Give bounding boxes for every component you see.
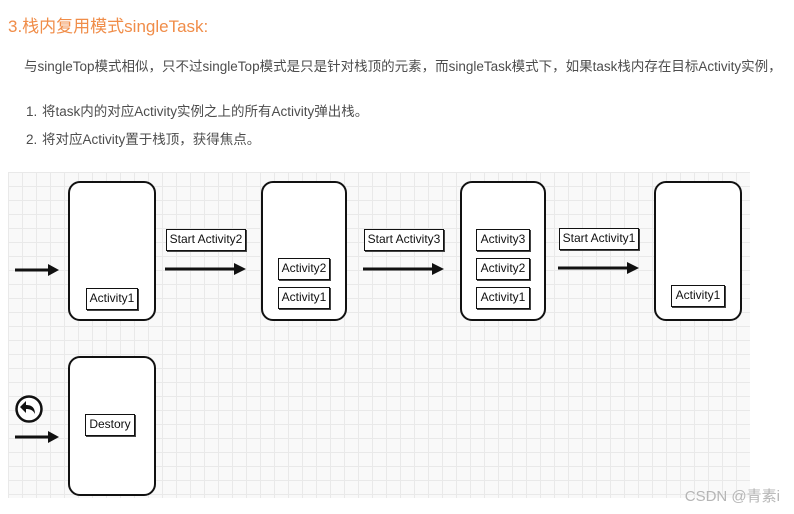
diagram-canvas: Activity1 Start Activity2 Activity2 Acti… — [8, 172, 750, 498]
transition-label-2: Start Activity3 — [364, 229, 444, 251]
transition-label-3: Start Activity1 — [559, 228, 639, 250]
steps-list: 1. 将task内的对应Activity实例之上的所有Activity弹出栈。 2… — [26, 101, 368, 157]
section-heading: 3.栈内复用模式singleTask: — [8, 17, 209, 36]
step-item: 2. 将对应Activity置于栈顶，获得焦点。 — [26, 129, 368, 157]
transition-arrow-icon — [558, 262, 639, 274]
stack2-activity2: Activity2 — [278, 258, 330, 280]
stack4-activity1: Activity1 — [671, 285, 725, 307]
stack5-destory: Destory — [85, 414, 135, 436]
back-icon — [15, 395, 43, 423]
watermark: CSDN @青素i — [684, 488, 780, 505]
entry-arrow-icon — [15, 264, 59, 276]
step-number: 1. — [26, 104, 38, 119]
transition-arrow-icon — [165, 263, 246, 275]
stack2-activity1: Activity1 — [278, 287, 330, 309]
stack3-activity2: Activity2 — [476, 258, 530, 280]
step-number: 2. — [26, 132, 38, 147]
stack3-activity3: Activity3 — [476, 229, 530, 251]
transition-arrow-icon — [363, 263, 444, 275]
step-item: 1. 将task内的对应Activity实例之上的所有Activity弹出栈。 — [26, 101, 368, 129]
stack3-activity1: Activity1 — [476, 287, 530, 309]
step-text: 将对应Activity置于栈顶，获得焦点。 — [42, 132, 261, 147]
stack1-activity1: Activity1 — [86, 288, 138, 310]
transition-label-1: Start Activity2 — [166, 229, 246, 251]
step-text: 将task内的对应Activity实例之上的所有Activity弹出栈。 — [42, 104, 369, 119]
back-arrow-icon — [15, 431, 59, 443]
description-paragraph: 与singleTop模式相似，只不过singleTop模式是只是针对栈顶的元素，… — [24, 59, 782, 74]
